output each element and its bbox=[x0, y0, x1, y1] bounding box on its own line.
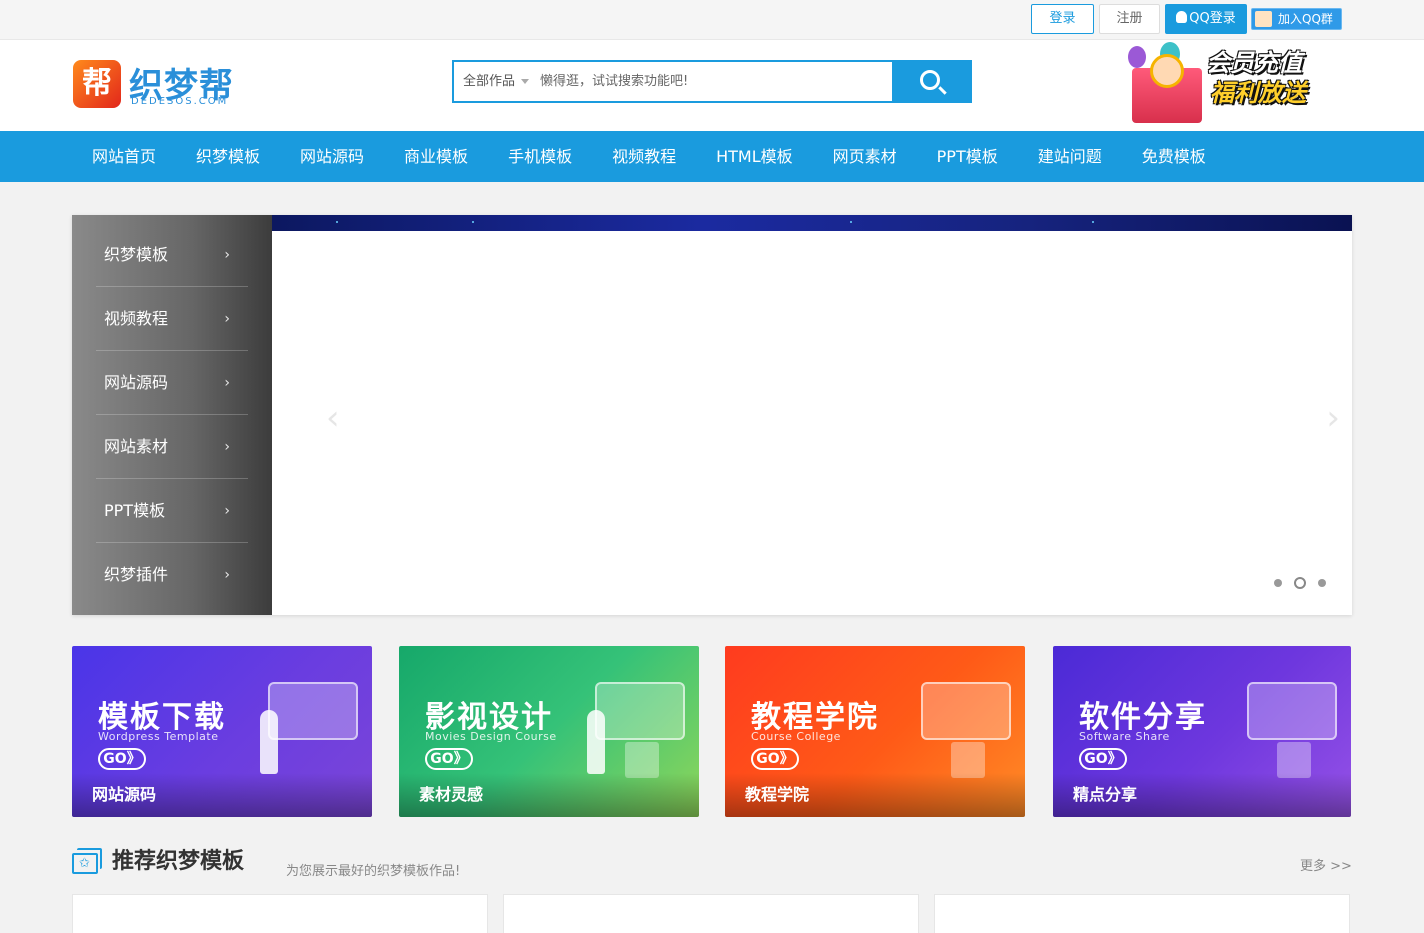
search-input[interactable] bbox=[540, 62, 890, 101]
more-link[interactable]: 更多 >> bbox=[1300, 855, 1352, 874]
main-nav: 网站首页 织梦模板 网站源码 商业模板 手机模板 视频教程 HTML模板 网页素… bbox=[0, 131, 1424, 182]
site-header: 帮 织梦帮 DEDESOS.COM 全部作品 会员充值 福利放送 bbox=[0, 40, 1424, 131]
nav-item-mobile-templates[interactable]: 手机模板 bbox=[488, 131, 592, 182]
hero-banner: 织梦模板 › 视频教程 › 网站源码 › 网站素材 › PPT模板 › 织梦插件 › ‹ › bbox=[72, 215, 1352, 615]
sidebar-item-dede-plugins[interactable]: 织梦插件 › bbox=[96, 543, 248, 607]
search-category-select[interactable]: 全部作品 bbox=[463, 62, 530, 101]
section-title: 推荐织梦模板 bbox=[112, 849, 245, 874]
carousel-dot[interactable] bbox=[1274, 579, 1282, 587]
nav-item-dede-templates[interactable]: 织梦模板 bbox=[176, 131, 280, 182]
register-button[interactable]: 注册 bbox=[1099, 4, 1160, 34]
search-button[interactable] bbox=[892, 60, 972, 103]
chevron-right-icon: › bbox=[224, 439, 230, 455]
card-go-button[interactable]: GO》 bbox=[751, 748, 799, 770]
computer-illustration bbox=[901, 670, 1011, 780]
nav-item-html-templates[interactable]: HTML模板 bbox=[696, 131, 813, 182]
sidebar-item-ppt-templates[interactable]: PPT模板 › bbox=[96, 479, 248, 543]
join-qq-group-button[interactable]: 加入QQ群 bbox=[1251, 8, 1342, 30]
card-go-button[interactable]: GO》 bbox=[1079, 748, 1127, 770]
category-sidebar: 织梦模板 › 视频教程 › 网站源码 › 网站素材 › PPT模板 › 织梦插件 › bbox=[72, 215, 272, 615]
star-dot bbox=[472, 221, 474, 223]
sidebar-item-video-tutorials[interactable]: 视频教程 › bbox=[96, 287, 248, 351]
sidebar-item-label: 网站源码 bbox=[104, 373, 169, 392]
card-label: 教程学院 bbox=[745, 785, 810, 804]
nav-item-business-templates[interactable]: 商业模板 bbox=[384, 131, 488, 182]
star-dot bbox=[336, 221, 338, 223]
card-subtitle: Software Share bbox=[1079, 730, 1170, 743]
promo-line-2: 福利放送 bbox=[1210, 79, 1306, 107]
carousel-indicators bbox=[1274, 577, 1326, 589]
feature-card-template-download[interactable]: 模板下载 Wordpress Template GO》 网站源码 bbox=[72, 646, 372, 817]
banner-slide[interactable]: ‹ › bbox=[272, 215, 1352, 615]
card-subtitle: Movies Design Course bbox=[425, 730, 557, 743]
nav-item-site-questions[interactable]: 建站问题 bbox=[1018, 131, 1122, 182]
chevron-right-icon: › bbox=[224, 375, 230, 391]
chevron-right-icon: › bbox=[224, 247, 230, 263]
sidebar-item-label: 网站素材 bbox=[104, 437, 169, 456]
template-tile[interactable] bbox=[934, 894, 1350, 933]
card-label: 网站源码 bbox=[92, 785, 157, 804]
star-dot bbox=[850, 221, 852, 223]
card-label: 素材灵感 bbox=[419, 785, 484, 804]
logo-mark-icon: 帮 bbox=[73, 60, 121, 108]
chevron-right-icon: › bbox=[224, 311, 230, 327]
balloon-icon bbox=[1128, 46, 1146, 68]
card-go-button[interactable]: GO》 bbox=[98, 748, 146, 770]
isometric-building-illustration bbox=[1227, 670, 1337, 780]
qq-login-label: QQ登录 bbox=[1189, 11, 1236, 26]
feature-card-video-design[interactable]: 影视设计 Movies Design Course GO》 素材灵感 bbox=[399, 646, 699, 817]
sidebar-item-label: 织梦模板 bbox=[104, 245, 169, 264]
qq-penguin-icon bbox=[1176, 11, 1188, 23]
feature-card-software-share[interactable]: 软件分享 Software Share GO》 精点分享 bbox=[1053, 646, 1351, 817]
sidebar-item-label: PPT模板 bbox=[104, 501, 166, 520]
qq-group-avatar-icon bbox=[1255, 11, 1272, 27]
star-dot bbox=[1092, 221, 1094, 223]
site-logo[interactable]: 帮 织梦帮 DEDESOS.COM bbox=[73, 60, 238, 110]
top-bar: 登录 注册 QQ登录 加入QQ群 bbox=[0, 0, 1424, 40]
card-subtitle: Course College bbox=[751, 730, 841, 743]
nav-item-free-templates[interactable]: 免费模板 bbox=[1122, 131, 1226, 182]
join-qq-group-label: 加入QQ群 bbox=[1278, 12, 1333, 26]
carousel-dot-active[interactable] bbox=[1294, 577, 1306, 589]
sidebar-item-label: 视频教程 bbox=[104, 309, 169, 328]
carousel-dot[interactable] bbox=[1318, 579, 1326, 587]
vip-recharge-promo[interactable]: 会员充值 福利放送 bbox=[1120, 40, 1325, 130]
promo-line-1: 会员充值 bbox=[1206, 49, 1302, 77]
template-tile[interactable] bbox=[503, 894, 919, 933]
search-category-label: 全部作品 bbox=[463, 74, 516, 89]
banner-image-strip bbox=[272, 215, 1352, 231]
sidebar-item-label: 织梦插件 bbox=[104, 565, 169, 584]
nav-item-site-source[interactable]: 网站源码 bbox=[280, 131, 384, 182]
person-screen-illustration bbox=[248, 670, 358, 780]
card-go-button[interactable]: GO》 bbox=[425, 748, 473, 770]
carousel-next-button[interactable]: › bbox=[1326, 398, 1340, 438]
caret-down-icon bbox=[521, 79, 530, 84]
nav-item-video-tutorials[interactable]: 视频教程 bbox=[592, 131, 696, 182]
qq-login-button[interactable]: QQ登录 bbox=[1165, 4, 1247, 34]
nav-item-web-materials[interactable]: 网页素材 bbox=[813, 131, 917, 182]
sidebar-item-site-materials[interactable]: 网站素材 › bbox=[96, 415, 248, 479]
promo-text: 会员充值 福利放送 bbox=[1206, 48, 1326, 108]
clown-icon bbox=[1150, 54, 1184, 88]
sidebar-item-site-source[interactable]: 网站源码 › bbox=[96, 351, 248, 415]
nav-item-home[interactable]: 网站首页 bbox=[72, 131, 176, 182]
template-tile[interactable] bbox=[72, 894, 488, 933]
sidebar-item-dede-templates[interactable]: 织梦模板 › bbox=[96, 223, 248, 287]
search-icon bbox=[920, 70, 940, 90]
login-button[interactable]: 登录 bbox=[1031, 4, 1094, 34]
video-board-illustration bbox=[575, 670, 685, 780]
search-box: 全部作品 bbox=[452, 60, 972, 103]
chevron-right-icon: › bbox=[224, 567, 230, 583]
card-subtitle: Wordpress Template bbox=[98, 730, 219, 743]
card-label: 精点分享 bbox=[1073, 785, 1138, 804]
chevron-right-icon: › bbox=[224, 503, 230, 519]
star-folder-icon: ✩ bbox=[72, 848, 102, 874]
nav-item-ppt-templates[interactable]: PPT模板 bbox=[917, 131, 1018, 182]
carousel-prev-button[interactable]: ‹ bbox=[326, 398, 340, 438]
feature-card-tutorial-college[interactable]: 教程学院 Course College GO》 教程学院 bbox=[725, 646, 1025, 817]
logo-domain: DEDESOS.COM bbox=[131, 96, 229, 107]
section-subtitle: 为您展示最好的织梦模板作品! bbox=[286, 864, 461, 879]
